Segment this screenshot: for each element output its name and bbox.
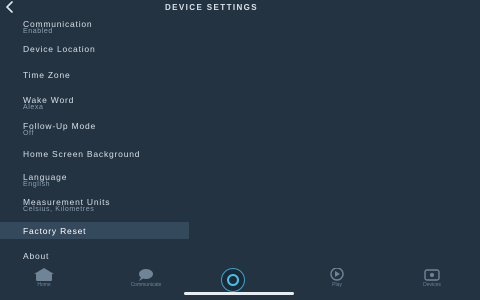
setting-language[interactable]: Language English [0, 168, 189, 190]
background-panel [189, 0, 480, 300]
setting-value: Alexa [23, 104, 44, 111]
back-button[interactable] [4, 0, 16, 13]
setting-time-zone[interactable]: Time Zone [0, 66, 189, 84]
top-bar: DEVICE SETTINGS [0, 0, 257, 14]
nav-devices[interactable]: Devices [412, 268, 452, 290]
setting-label: Home Screen Background [23, 149, 141, 159]
nav-home[interactable]: Home [24, 268, 64, 290]
setting-device-location[interactable]: Device Location [0, 40, 189, 58]
alexa-button[interactable] [221, 268, 245, 292]
nav-label: Communicate [130, 282, 162, 288]
setting-measurement-units[interactable]: Measurement Units Celsius, Kilometres [0, 194, 189, 216]
setting-label: About [23, 251, 50, 261]
chat-icon [139, 269, 153, 281]
devices-icon [424, 269, 440, 281]
nav-label: Devices [423, 282, 441, 288]
nav-label: Play [332, 282, 342, 288]
setting-value: Off [23, 130, 35, 137]
setting-value: English [23, 181, 51, 188]
setting-value: Enabled [23, 28, 53, 35]
nav-label: Home [37, 282, 51, 288]
setting-label: Device Location [23, 44, 96, 54]
chevron-left-icon [6, 1, 13, 13]
setting-home-screen-background[interactable]: Home Screen Background [0, 146, 189, 164]
nav-play[interactable]: Play [317, 267, 357, 290]
setting-communication[interactable]: Communication Enabled [0, 14, 189, 36]
home-indicator [184, 292, 294, 295]
setting-about[interactable]: About [0, 248, 189, 264]
home-icon [34, 268, 54, 281]
play-icon [330, 267, 344, 281]
alexa-icon [227, 274, 239, 286]
setting-follow-up-mode[interactable]: Follow-Up Mode Off [0, 117, 189, 139]
setting-value: Celsius, Kilometres [23, 206, 95, 213]
nav-communicate[interactable]: Communicate [126, 268, 166, 290]
page-title: DEVICE SETTINGS [165, 3, 259, 12]
setting-wake-word[interactable]: Wake Word Alexa [0, 91, 189, 113]
setting-label: Factory Reset [23, 226, 87, 236]
bottom-nav: Home Communicate Play Devices [0, 267, 441, 300]
setting-label: Time Zone [23, 70, 71, 80]
setting-factory-reset[interactable]: Factory Reset [0, 222, 189, 239]
device-settings-screen: DEVICE SETTINGS Communication Enabled De… [0, 0, 480, 300]
